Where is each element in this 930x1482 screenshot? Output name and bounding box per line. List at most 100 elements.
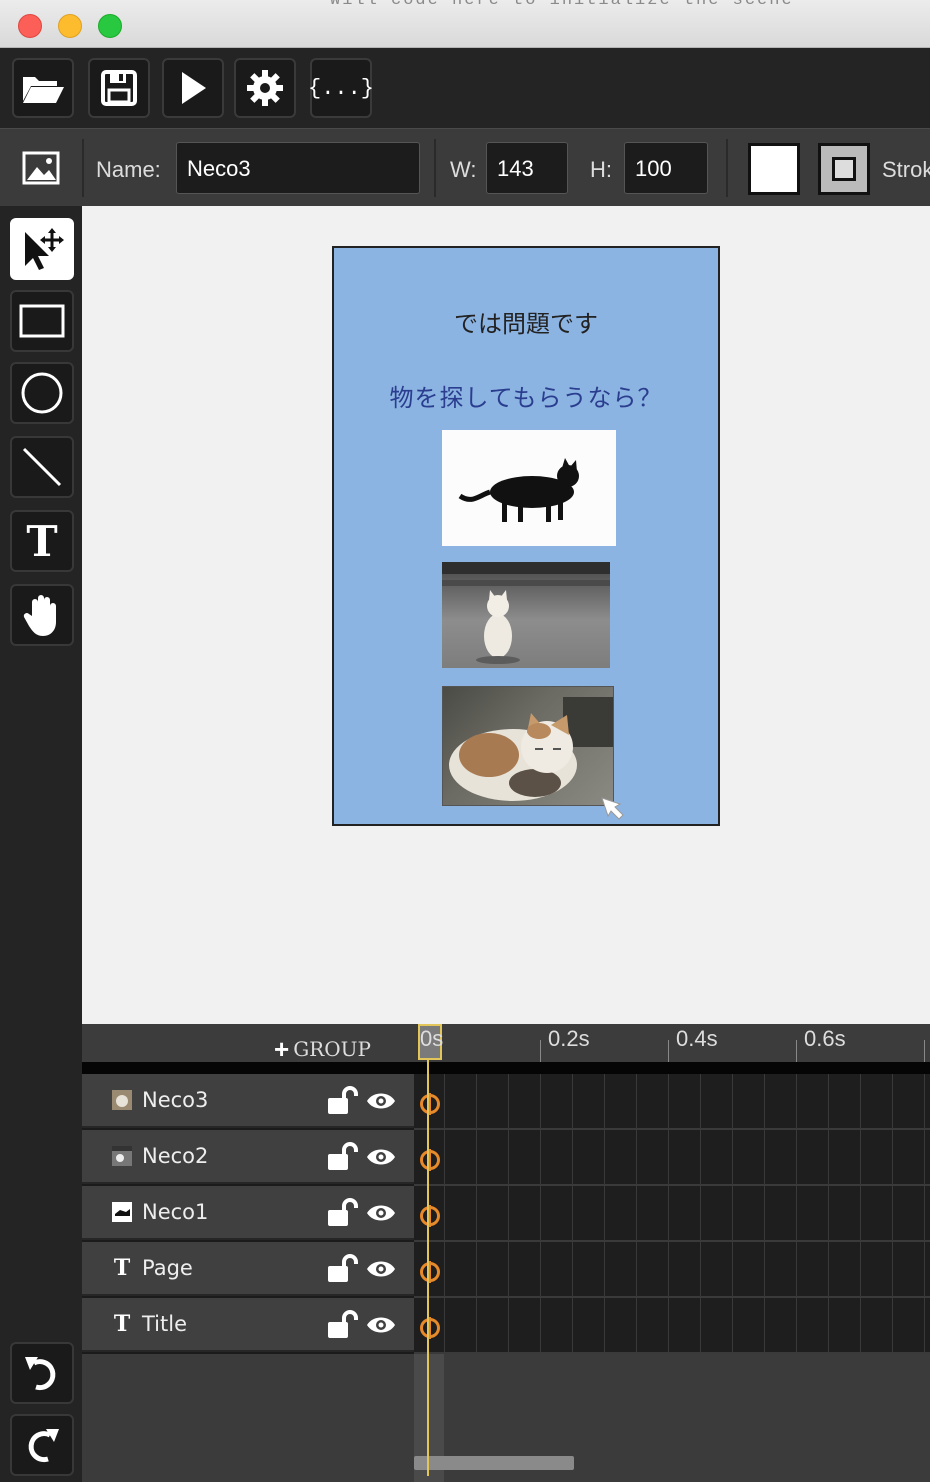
grid-line bbox=[414, 1128, 930, 1130]
timeline-scrollbar[interactable] bbox=[414, 1456, 574, 1470]
grid-line bbox=[414, 1184, 930, 1186]
height-input[interactable]: 100 bbox=[624, 142, 708, 194]
hand-icon bbox=[23, 595, 57, 636]
layer-name: Neco3 bbox=[142, 1088, 209, 1112]
grid-line bbox=[604, 1074, 605, 1354]
play-button[interactable] bbox=[162, 58, 224, 118]
timeline-divider bbox=[82, 1062, 930, 1074]
layer-row-neco3[interactable]: Neco3 bbox=[82, 1074, 414, 1128]
text-layer-icon: T bbox=[113, 1311, 131, 1337]
stroke-color-swatch[interactable] bbox=[818, 143, 870, 195]
minimize-window-button[interactable] bbox=[58, 14, 82, 38]
window-titlebar: Will code here to initialize the scene bbox=[0, 0, 930, 48]
tool-palette: T bbox=[0, 206, 82, 1482]
text-layer-icon: T bbox=[113, 1255, 131, 1281]
settings-button[interactable] bbox=[234, 58, 296, 118]
unlock-icon[interactable] bbox=[326, 1142, 358, 1172]
layer-row-neco2[interactable]: Neco2 bbox=[82, 1130, 414, 1184]
grid-line bbox=[444, 1074, 445, 1354]
white-cat-picture bbox=[442, 562, 610, 664]
text-tool[interactable]: T bbox=[10, 510, 74, 572]
grid-line bbox=[924, 1074, 925, 1354]
background-code-text: Will code here to initialize the scene bbox=[330, 0, 794, 10]
width-input[interactable]: 143 bbox=[486, 142, 568, 194]
grid-line bbox=[828, 1074, 829, 1354]
maximize-window-button[interactable] bbox=[98, 14, 122, 38]
name-label: Name: bbox=[96, 157, 161, 182]
grid-line bbox=[860, 1074, 861, 1354]
hand-tool[interactable] bbox=[10, 584, 74, 646]
eye-icon[interactable] bbox=[366, 1202, 396, 1224]
stage-page-text[interactable]: 物を探してもらうなら？ bbox=[334, 378, 718, 413]
eye-icon[interactable] bbox=[366, 1258, 396, 1280]
layer-name: Page bbox=[142, 1256, 193, 1280]
keyframe[interactable] bbox=[420, 1093, 440, 1115]
gear-icon bbox=[247, 70, 283, 106]
layer-row-title[interactable]: T Title bbox=[82, 1298, 414, 1352]
neco2-image[interactable] bbox=[442, 562, 610, 668]
editor-canvas[interactable]: では問題です 物を探してもらうなら？ bbox=[82, 206, 930, 1024]
grid-line bbox=[892, 1074, 893, 1354]
image-thumbnail-icon bbox=[112, 1146, 132, 1166]
rectangle-icon bbox=[19, 304, 65, 338]
calico-cat-picture bbox=[449, 697, 613, 801]
play-icon bbox=[182, 72, 206, 104]
keyframe[interactable] bbox=[420, 1317, 440, 1339]
divider bbox=[82, 139, 84, 197]
grid-line bbox=[668, 1074, 669, 1354]
undo-icon bbox=[25, 1357, 56, 1391]
redo-button[interactable] bbox=[10, 1414, 74, 1476]
resize-handle[interactable] bbox=[600, 796, 626, 822]
undo-button[interactable] bbox=[10, 1342, 74, 1404]
stage[interactable]: では問題です 物を探してもらうなら？ bbox=[332, 246, 720, 826]
grid-line bbox=[636, 1074, 637, 1354]
timeline-tracks[interactable] bbox=[414, 1074, 930, 1354]
time-tick-label: 0.2s bbox=[548, 1026, 590, 1051]
braces-icon: {...} bbox=[308, 75, 375, 101]
line-tool[interactable] bbox=[10, 436, 74, 498]
ellipse-icon bbox=[21, 372, 63, 414]
layer-row-neco1[interactable]: Neco1 bbox=[82, 1186, 414, 1240]
neco3-image[interactable] bbox=[442, 686, 614, 806]
grid-line bbox=[508, 1074, 509, 1354]
unlock-icon[interactable] bbox=[326, 1310, 358, 1340]
eye-icon[interactable] bbox=[366, 1314, 396, 1336]
keyframe[interactable] bbox=[420, 1261, 440, 1283]
grid-line bbox=[476, 1074, 477, 1354]
close-window-button[interactable] bbox=[18, 14, 42, 38]
divider bbox=[726, 139, 728, 197]
main-toolbar: {...} bbox=[0, 48, 930, 128]
stage-title-text[interactable]: では問題です bbox=[334, 304, 718, 339]
select-move-icon bbox=[25, 228, 64, 270]
keyframe[interactable] bbox=[420, 1149, 440, 1171]
select-tool[interactable] bbox=[10, 218, 74, 280]
keyframe[interactable] bbox=[420, 1205, 440, 1227]
grid-line bbox=[732, 1074, 733, 1354]
time-tick bbox=[796, 1040, 797, 1062]
ellipse-tool[interactable] bbox=[10, 362, 74, 424]
unlock-icon[interactable] bbox=[326, 1254, 358, 1284]
eye-icon[interactable] bbox=[366, 1090, 396, 1112]
time-tick bbox=[924, 1040, 925, 1062]
open-button[interactable] bbox=[12, 58, 74, 118]
unlock-icon[interactable] bbox=[326, 1086, 358, 1116]
grid-line bbox=[764, 1074, 765, 1354]
neco1-image[interactable] bbox=[442, 430, 616, 546]
grid-line bbox=[414, 1296, 930, 1298]
unlock-icon[interactable] bbox=[326, 1198, 358, 1228]
layer-name: Neco2 bbox=[142, 1144, 209, 1168]
add-group-button[interactable]: + GROUP bbox=[274, 1032, 371, 1064]
playhead-line[interactable] bbox=[427, 1060, 429, 1476]
save-button[interactable] bbox=[88, 58, 150, 118]
name-input[interactable]: Neco3 bbox=[176, 142, 420, 194]
eye-icon[interactable] bbox=[366, 1146, 396, 1168]
image-layer-icon bbox=[22, 151, 60, 185]
grid-line bbox=[540, 1074, 541, 1354]
save-icon bbox=[101, 70, 137, 106]
rectangle-tool[interactable] bbox=[10, 290, 74, 352]
fill-color-swatch[interactable] bbox=[748, 143, 800, 195]
layer-list: Neco3 Neco2 Neco1 T Page T Title bbox=[82, 1074, 414, 1354]
divider bbox=[434, 139, 436, 197]
code-button[interactable]: {...} bbox=[308, 58, 375, 118]
layer-row-page[interactable]: T Page bbox=[82, 1242, 414, 1296]
